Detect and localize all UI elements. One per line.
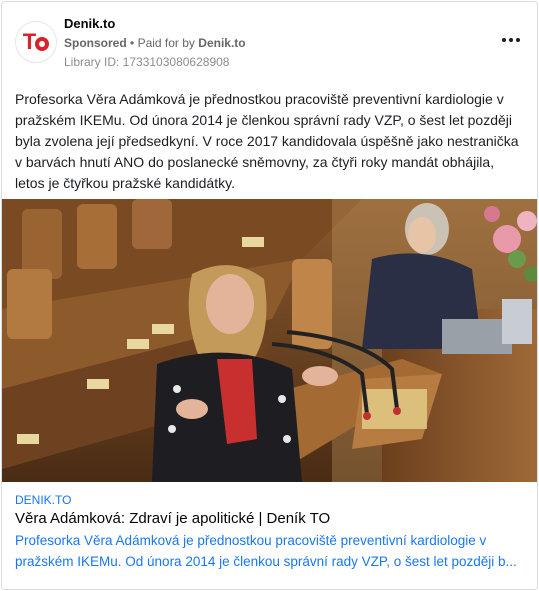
paid-for-by-label: Paid for by [137,36,195,50]
ad-image[interactable] [2,199,537,482]
link-description-line: Profesorka Věra Adámková je přednostkou … [15,533,487,548]
ad-card: T Denik.to Sponsored • Paid for by Denik… [1,1,538,590]
advertiser-name[interactable]: Denik.to [64,16,115,31]
sponsored-label: Sponsored [64,36,127,50]
link-preview[interactable]: DENIK.TO Věra Adámková: Zdraví je apolit… [2,482,537,589]
advertiser-avatar[interactable]: T [15,21,57,63]
denik-to-logo: T [22,29,37,54]
more-horizontal-icon [502,38,506,42]
link-headline[interactable]: Věra Adámková: Zdraví je apolitické | De… [15,510,330,527]
link-domain[interactable]: DENIK.TO [15,493,71,507]
ad-header: T Denik.to Sponsored • Paid for by Denik… [2,2,537,78]
logo-ring [35,36,50,51]
link-description[interactable]: Profesorka Věra Adámková je přednostkou … [15,530,525,572]
link-description-line: pražském IKEMu. Od února 2014 je členkou… [15,554,517,569]
meta-separator: • [130,36,135,50]
payer-name[interactable]: Denik.to [198,36,245,50]
more-options-button[interactable] [499,30,523,50]
parliament-photo [2,199,537,482]
library-id: Library ID: 1733103080628908 [64,55,230,69]
post-text: Profesorka Věra Adámková je přednostkou … [15,91,519,191]
sponsored-line: Sponsored • Paid for by Denik.to [64,36,246,50]
